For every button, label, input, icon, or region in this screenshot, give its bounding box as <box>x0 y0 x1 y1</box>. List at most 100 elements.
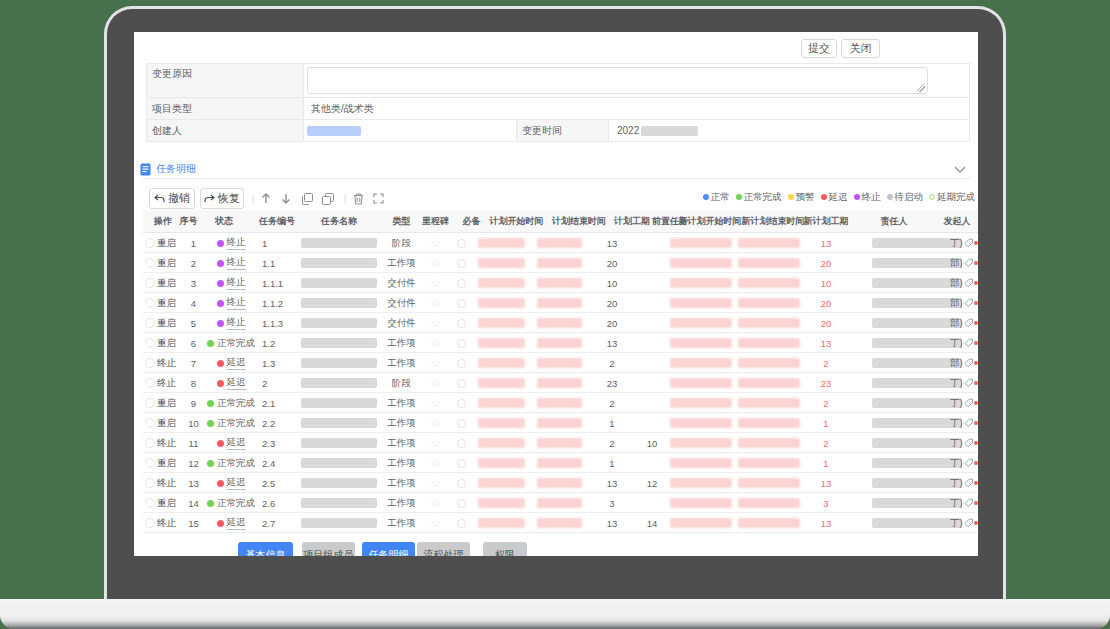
tag-icon[interactable] <box>964 258 974 268</box>
redo-button[interactable]: 恢复 <box>200 188 244 209</box>
milestone-star-icon[interactable]: ☆ <box>430 258 441 268</box>
tag-icon[interactable] <box>964 418 974 428</box>
plan-duration: 13 <box>607 478 618 489</box>
required-circle-icon[interactable] <box>457 359 466 368</box>
required-circle-icon[interactable] <box>457 279 466 288</box>
paste-icon[interactable] <box>320 188 336 209</box>
milestone-star-icon[interactable]: ☆ <box>430 238 441 248</box>
row-op-link[interactable]: 重启 <box>157 297 176 310</box>
tag-icon[interactable] <box>964 478 974 488</box>
row-select-ring[interactable] <box>145 338 155 348</box>
row-select-ring[interactable] <box>145 238 155 248</box>
toolbar-separator-2: | <box>341 188 349 209</box>
row-select-ring[interactable] <box>145 398 155 408</box>
bottom-tab-3[interactable]: 任务明细 <box>362 542 415 556</box>
milestone-star-icon[interactable]: ☆ <box>430 358 441 368</box>
tag-icon[interactable] <box>964 358 974 368</box>
tag-icon[interactable] <box>964 378 974 388</box>
required-circle-icon[interactable] <box>457 339 466 348</box>
tag-icon[interactable] <box>964 278 974 288</box>
milestone-star-icon[interactable]: ☆ <box>430 478 441 488</box>
row-op-link[interactable]: 重启 <box>157 497 176 510</box>
row-op-link[interactable]: 终止 <box>157 357 176 370</box>
row-status: 延迟 <box>217 376 246 390</box>
row-op-link[interactable]: 终止 <box>157 377 176 390</box>
row-select-ring[interactable] <box>145 458 155 468</box>
required-circle-icon[interactable] <box>457 259 466 268</box>
milestone-star-icon[interactable]: ☆ <box>430 338 441 348</box>
row-select-ring[interactable] <box>145 258 155 268</box>
required-circle-icon[interactable] <box>457 399 466 408</box>
row-select-ring[interactable] <box>145 298 155 308</box>
textarea-resize-handle[interactable] <box>917 84 925 92</box>
row-select-ring[interactable] <box>145 278 155 288</box>
row-op-link[interactable]: 重启 <box>157 257 176 270</box>
close-button[interactable]: 关闭 <box>841 39 880 58</box>
submit-button[interactable]: 提交 <box>801 39 837 58</box>
tag-icon[interactable] <box>964 318 974 328</box>
bottom-tab-1[interactable]: 基本信息 <box>238 542 293 556</box>
required-circle-icon[interactable] <box>457 479 466 488</box>
row-op-link[interactable]: 重启 <box>157 417 176 430</box>
task-name-blurred <box>301 358 377 368</box>
milestone-star-icon[interactable]: ☆ <box>430 378 441 388</box>
row-select-ring[interactable] <box>145 358 155 368</box>
tag-icon[interactable] <box>964 338 974 348</box>
required-circle-icon[interactable] <box>457 299 466 308</box>
row-select-ring[interactable] <box>145 518 155 528</box>
milestone-star-icon[interactable]: ☆ <box>430 278 441 288</box>
required-circle-icon[interactable] <box>457 239 466 248</box>
undo-button[interactable]: 撤销 <box>149 188 195 209</box>
required-circle-icon[interactable] <box>457 379 466 388</box>
milestone-star-icon[interactable]: ☆ <box>430 418 441 428</box>
row-op-link[interactable]: 重启 <box>157 397 176 410</box>
row-op-link[interactable]: 重启 <box>157 337 176 350</box>
row-op-link[interactable]: 重启 <box>157 317 176 330</box>
tag-icon[interactable] <box>964 498 974 508</box>
row-op-link[interactable]: 重启 <box>157 457 176 470</box>
required-circle-icon[interactable] <box>457 439 466 448</box>
row-task-code: 2.3 <box>258 438 296 449</box>
change-reason-textarea[interactable] <box>307 67 928 94</box>
row-op-link[interactable]: 重启 <box>157 237 176 250</box>
required-circle-icon[interactable] <box>457 419 466 428</box>
tag-icon[interactable] <box>964 298 974 308</box>
bottom-tab-5[interactable]: 权限 <box>483 542 527 556</box>
row-select-ring[interactable] <box>145 498 155 508</box>
move-down-icon[interactable] <box>278 188 294 209</box>
plan-start-blurred <box>478 298 525 308</box>
row-select-ring[interactable] <box>145 478 155 488</box>
bottom-tab-2[interactable]: 项目组成员 <box>302 542 355 556</box>
row-select-ring[interactable] <box>145 418 155 428</box>
milestone-star-icon[interactable]: ☆ <box>430 398 441 408</box>
row-select-ring[interactable] <box>145 378 155 388</box>
row-op-link[interactable]: 重启 <box>157 277 176 290</box>
row-op-link[interactable]: 终止 <box>157 437 176 450</box>
milestone-star-icon[interactable]: ☆ <box>430 298 441 308</box>
initiator-red-dot <box>974 441 978 445</box>
move-up-icon[interactable] <box>258 188 274 209</box>
collapse-chevron-icon[interactable] <box>954 166 966 174</box>
row-select-ring[interactable] <box>145 438 155 448</box>
milestone-star-icon[interactable]: ☆ <box>430 498 441 508</box>
milestone-star-icon[interactable]: ☆ <box>430 518 441 528</box>
delete-icon[interactable] <box>350 188 366 209</box>
milestone-star-icon[interactable]: ☆ <box>430 458 441 468</box>
tag-icon[interactable] <box>964 238 974 248</box>
fullscreen-icon[interactable] <box>370 188 386 209</box>
milestone-star-icon[interactable]: ☆ <box>430 438 441 448</box>
required-circle-icon[interactable] <box>457 499 466 508</box>
milestone-star-icon[interactable]: ☆ <box>430 318 441 328</box>
row-op-link[interactable]: 终止 <box>157 517 176 530</box>
required-circle-icon[interactable] <box>457 459 466 468</box>
required-circle-icon[interactable] <box>457 319 466 328</box>
bottom-tab-4[interactable]: 流程处理 <box>417 542 470 556</box>
tag-icon[interactable] <box>964 518 974 528</box>
required-circle-icon[interactable] <box>457 519 466 528</box>
copy-icon[interactable] <box>299 188 315 209</box>
row-select-ring[interactable] <box>145 318 155 328</box>
tag-icon[interactable] <box>964 398 974 408</box>
tag-icon[interactable] <box>964 458 974 468</box>
tag-icon[interactable] <box>964 438 974 448</box>
row-op-link[interactable]: 终止 <box>157 477 176 490</box>
